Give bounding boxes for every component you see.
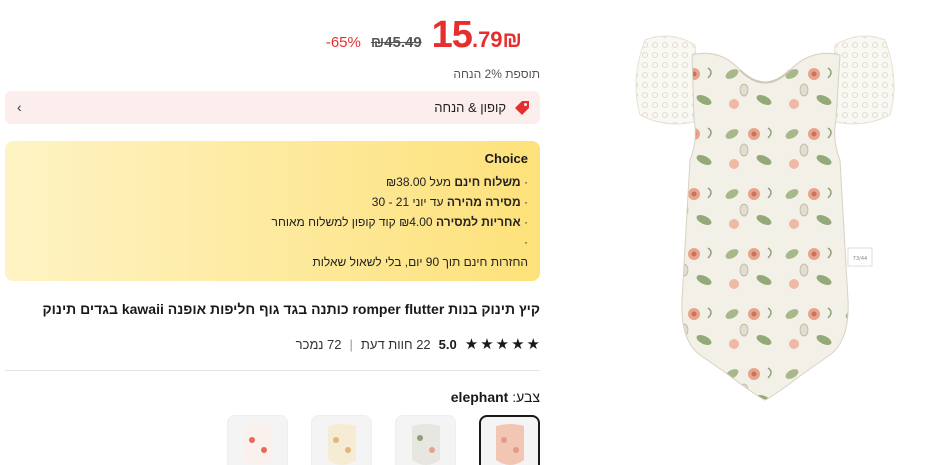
choice-title: Choice [484, 151, 528, 166]
choice-line-delivery: · מסירה מהירה עד יוני 21 - 30 [17, 192, 528, 212]
bullet: · [524, 195, 528, 209]
swatch-thumb [243, 424, 272, 465]
romper-image: 73/44 [635, 35, 895, 401]
discount-percent: -65% [325, 34, 361, 51]
extra-discount-text: תוספת 2% הנחה [453, 67, 540, 81]
price-integer: 15 [431, 14, 473, 56]
coupon-bar[interactable]: קופון & הנחה › [5, 91, 540, 124]
bullet: · [524, 215, 528, 229]
separator: | [349, 336, 353, 352]
choice-line-shipping: · משלוח חינם מעל ₪38.00 [17, 172, 528, 192]
choice-line-text: מעל ₪38.00 [385, 175, 451, 189]
swatch-thumb [411, 424, 440, 465]
choice-line-text: החזרות חינם תוך 90 יום, בלי לשאול שאלות [312, 255, 528, 269]
color-swatch[interactable] [395, 415, 456, 465]
rating-row[interactable]: ★ ★ ★ ★ ★ 5.0 22 חוות דעת | 72 נמכר [296, 335, 540, 353]
choice-line-guarantee: · אחריות למסירה ₪4.00 קוד קופון למשלוח מ… [17, 212, 528, 232]
star-rating: ★ ★ ★ ★ ★ [465, 335, 540, 353]
chevron-right-icon: › [17, 99, 22, 115]
color-value: elephant [450, 389, 509, 405]
color-swatch[interactable] [479, 415, 540, 465]
swatch-thumb [495, 424, 524, 465]
price-row: 15.79 ₪ ₪45.49 -65% [326, 14, 528, 57]
color-label: צבע: elephant [451, 389, 540, 405]
choice-line-strong: אחריות למסירה [435, 215, 521, 229]
bullet: · [524, 175, 528, 189]
color-swatch[interactable] [227, 415, 288, 465]
product-main-image[interactable]: 73/44 [600, 0, 932, 465]
svg-text:73/44: 73/44 [853, 256, 867, 262]
divider [5, 370, 540, 371]
current-price: 15.79 ₪ [432, 14, 528, 57]
tag-icon [515, 100, 529, 115]
product-info: 15.79 ₪ ₪45.49 -65% תוספת 2% הנחה קופון &… [5, 0, 540, 465]
price-decimal: .79 [471, 27, 503, 52]
choice-line-text: עד יוני 21 - 30 [371, 195, 444, 209]
choice-line-returns: החזרות חינם תוך 90 יום, בלי לשאול שאלות [17, 252, 528, 272]
review-count[interactable]: 22 חוות דעת [361, 337, 431, 352]
color-label-prefix: צבע: [512, 389, 540, 405]
star-icon: ★ [511, 336, 525, 353]
choice-line-empty: · [17, 232, 528, 252]
star-icon: ★ [480, 336, 494, 353]
color-swatches [227, 415, 540, 465]
bullet: · [524, 235, 528, 249]
choice-line-strong: מסירה מהירה [446, 195, 521, 209]
product-title: קיץ תינוק בנות romper flutter כותנה בגד … [42, 301, 540, 317]
choice-box: Choice · משלוח חינם מעל ₪38.00 · מסירה מ… [5, 141, 540, 281]
choice-line-strong: משלוח חינם [454, 175, 521, 189]
coupon-label: קופון & הנחה [434, 100, 506, 115]
sold-count: 72 נמכר [295, 336, 342, 352]
swatch-thumb [327, 424, 356, 465]
star-icon: ★ [464, 336, 479, 353]
color-swatch[interactable] [311, 415, 372, 465]
star-icon: ★ [526, 336, 540, 353]
choice-line-text: ₪4.00 קוד קופון למשלוח מאוחר [271, 215, 433, 229]
star-icon: ★ [495, 336, 510, 353]
rating-score: 5.0 [438, 336, 457, 352]
price-currency: ₪ [502, 27, 522, 52]
original-price: ₪45.49 [370, 34, 422, 51]
